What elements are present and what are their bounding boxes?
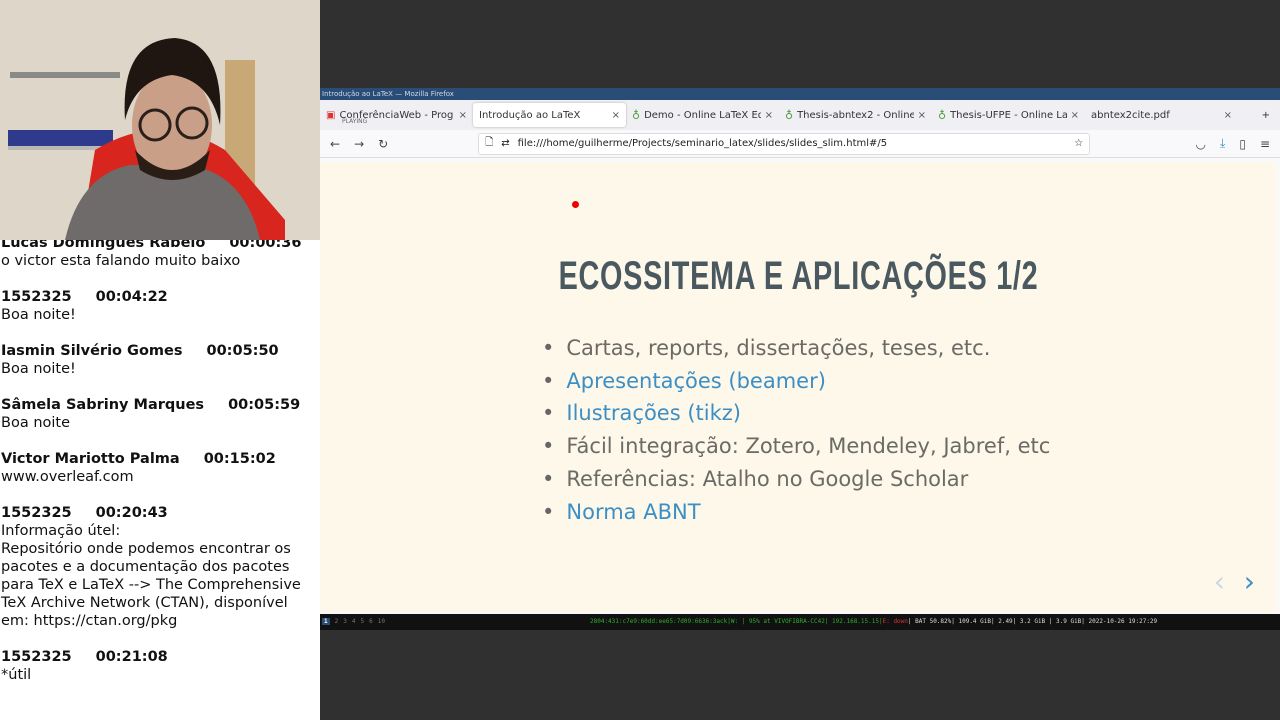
tab-label: abntex2cite.pdf	[1091, 109, 1170, 121]
workspace-1[interactable]: 1	[322, 618, 330, 625]
close-tab-icon[interactable]: ×	[918, 110, 926, 121]
chat-message: Victor Mariotto Palma 00:15:02 www.overlea…	[1, 450, 320, 486]
chat-text: www.overleaf.com	[1, 469, 134, 485]
network-status: 2804:431:c7e9:60dd:ee65:7d09:6636:3ack|W…	[590, 618, 883, 625]
chat-text: Boa noite!	[1, 307, 76, 323]
pocket-icon[interactable]: ◡	[1196, 137, 1206, 151]
chat-text: Boa noite!	[1, 361, 76, 377]
workspaces[interactable]: 1 2 3 4 5 6 10	[320, 614, 420, 630]
chat-time: 00:21:08	[95, 649, 168, 665]
slide-bullet[interactable]: Ilustrações (tikz)	[542, 397, 1050, 430]
browser-tab[interactable]: ♁ Thesis-abntex2 - Online ×	[779, 103, 932, 127]
slide-bullet: Fácil integração: Zotero, Mendeley, Jabr…	[542, 430, 1050, 463]
chat-text: o victor esta falando muito baixo	[1, 253, 241, 269]
firefox-window: Introdução ao LaTeX — Mozilla Firefox ▣ C…	[320, 88, 1280, 630]
new-tab-icon[interactable]: +	[1262, 110, 1270, 121]
conference-icon: ▣	[326, 109, 336, 121]
ethernet-status: E: down	[882, 618, 908, 625]
overleaf-icon: ♁	[785, 108, 794, 122]
chat-author: Iasmin Silvério Gomes	[1, 343, 183, 359]
chat-panel: Lucas Domingues Rabelo 00:00:36 o victor e…	[0, 240, 320, 720]
nav-bar: ← → ↻ 🗋 ⇄ file:///home/guilherme/Project…	[320, 130, 1280, 158]
menu-icon[interactable]: ≡	[1260, 137, 1270, 151]
tab-bar: ▣ ConferênciaWeb - Prog PLAYING × Introdução…	[320, 100, 1280, 130]
bullet-text: Referências: Atalho no Google Scholar	[566, 466, 969, 491]
status-bar: 1 2 3 4 5 6 10 2804:431:c7e9:60dd:ee65:7d09:66…	[320, 614, 1280, 630]
bullet-link[interactable]: Ilustrações (tikz)	[566, 401, 741, 425]
close-tab-icon[interactable]: ×	[1224, 110, 1232, 121]
workspace-3[interactable]: 3	[343, 618, 347, 625]
chat-message: Sâmela Sabriny Marques 00:05:59 Boa noite	[1, 396, 320, 432]
webcam-video	[0, 0, 320, 240]
bullet-text: Fácil integração: Zotero, Mendeley, Jabr…	[566, 434, 1051, 459]
overleaf-icon: ♁	[938, 108, 947, 122]
slide-bullet[interactable]: Norma ABNT	[542, 496, 1050, 529]
slide-bullet[interactable]: Apresentações (beamer)	[542, 365, 1050, 398]
tab-label: Demo - Online LaTeX Ed	[644, 109, 761, 121]
chat-message: 1552325 00:20:43 Informação útel: Repositó…	[1, 504, 320, 630]
url-text[interactable]: file:///home/guilherme/Projects/seminari…	[518, 138, 1067, 149]
chat-time: 00:05:59	[228, 397, 301, 413]
workspace-4[interactable]: 4	[352, 618, 356, 625]
browser-tab[interactable]: ▣ ConferênciaWeb - Prog PLAYING ×	[320, 103, 473, 127]
tab-label: Thesis-UFPE - Online La	[950, 109, 1067, 121]
page-icon: 🗋	[485, 137, 494, 148]
chat-text: *útil	[1, 667, 32, 683]
tab-playing: PLAYING	[342, 118, 368, 125]
chat-author: Victor Mariotto Palma	[1, 451, 180, 467]
chat-message: 1552325 00:21:08 *útil	[1, 648, 320, 684]
url-bar[interactable]: 🗋 ⇄ file:///home/guilherme/Projects/semi…	[478, 132, 1091, 155]
workspace-2[interactable]: 2	[335, 618, 339, 625]
chat-author: 1552325	[1, 505, 72, 521]
chat-text: Informação útel: Repositório onde podemo…	[1, 523, 301, 629]
chat-message: Iasmin Silvério Gomes 00:05:50 Boa noite!	[1, 342, 320, 378]
workspace-5[interactable]: 5	[361, 618, 365, 625]
workspace-6[interactable]: 6	[369, 618, 373, 625]
chat-time: 00:20:43	[95, 505, 168, 521]
chat-time: 00:15:02	[203, 451, 276, 467]
close-tab-icon[interactable]: ×	[1071, 110, 1079, 121]
chat-author: Lucas Domingues Rabelo	[1, 240, 206, 251]
browser-tab[interactable]: ♁ Thesis-UFPE - Online La ×	[932, 103, 1085, 127]
bullet-link[interactable]: Apresentações (beamer)	[566, 369, 826, 393]
slide-title: ECOSSITEMA E APLICAÇÕES 1/2	[558, 254, 1039, 298]
prev-slide-icon[interactable]: ‹	[1214, 565, 1225, 598]
system-status: | BAT 50.82%| 109.4 GiB| 2.49| 3.2 GiB |…	[907, 618, 1158, 625]
close-tab-icon[interactable]: ×	[612, 110, 620, 121]
workspace-10[interactable]: 10	[378, 618, 385, 625]
bookmark-star-icon[interactable]: ☆	[1074, 138, 1083, 149]
close-tab-icon[interactable]: ×	[765, 110, 773, 121]
tab-label: Introdução ao LaTeX	[479, 109, 581, 121]
browser-tab[interactable]: abntex2cite.pdf ×	[1085, 103, 1238, 127]
chat-author: Sâmela Sabriny Marques	[1, 397, 205, 413]
bullet-text: Cartas, reports, dissertações, teses, et…	[566, 336, 991, 360]
tab-label: Thesis-abntex2 - Online	[797, 109, 914, 121]
next-slide-icon[interactable]: ›	[1244, 565, 1255, 598]
chat-time: 00:05:50	[206, 343, 279, 359]
slide-bullet: Cartas, reports, dissertações, teses, et…	[542, 332, 1050, 365]
chat-author: 1552325	[1, 289, 72, 305]
forward-icon[interactable]: →	[354, 137, 364, 151]
browser-tab[interactable]: Introdução ao LaTeX ×	[473, 103, 626, 127]
reload-icon[interactable]: ↻	[378, 137, 388, 151]
chat-message: Lucas Domingues Rabelo 00:00:36 o victor e…	[1, 240, 320, 270]
back-icon[interactable]: ←	[330, 137, 340, 151]
slide: ECOSSITEMA E APLICAÇÕES 1/2 Cartas, repo…	[320, 162, 1277, 612]
close-tab-icon[interactable]: ×	[459, 110, 467, 121]
window-title: Introdução ao LaTeX — Mozilla Firefox	[320, 88, 1280, 100]
permissions-icon[interactable]: ⇄	[501, 138, 509, 149]
slide-bullet: Referências: Atalho no Google Scholar	[542, 463, 1050, 496]
bullet-link[interactable]: Norma ABNT	[566, 500, 700, 524]
chat-text: Boa noite	[1, 415, 71, 431]
chat-message: 1552325 00:04:22 Boa noite!	[1, 288, 320, 324]
chat-time: 00:00:36	[229, 240, 302, 251]
downloads-icon[interactable]: ⤓	[1220, 136, 1225, 151]
overleaf-icon: ♁	[632, 108, 641, 122]
browser-tab[interactable]: ♁ Demo - Online LaTeX Ed ×	[626, 103, 779, 127]
laser-pointer	[572, 201, 579, 208]
chat-time: 00:04:22	[95, 289, 168, 305]
slide-bullets: Cartas, reports, dissertações, teses, et…	[542, 332, 1050, 528]
chat-author: 1552325	[1, 649, 72, 665]
extensions-icon[interactable]: ▯	[1239, 137, 1246, 151]
